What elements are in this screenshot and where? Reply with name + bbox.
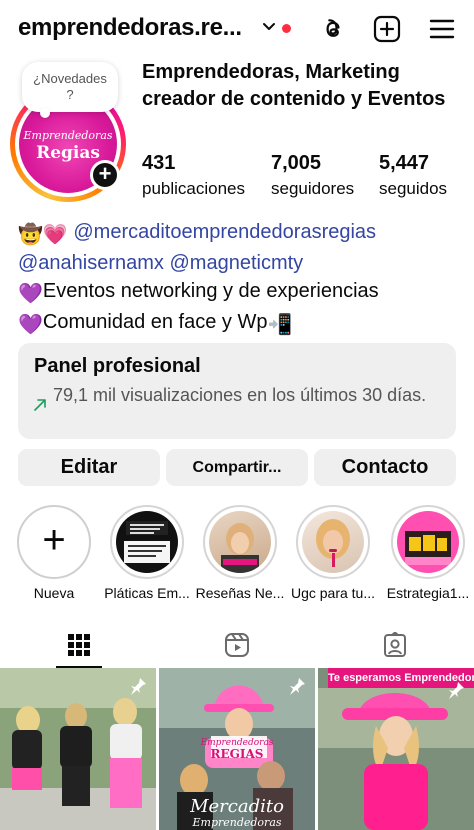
- grid-post[interactable]: [0, 668, 156, 830]
- tab-reels[interactable]: [158, 624, 316, 668]
- plus-icon: +: [42, 518, 66, 562]
- grid-post[interactable]: Emprendedoras REGIAS Mercadito Emprended…: [159, 668, 315, 830]
- stat-following[interactable]: 5,447 seguidos: [379, 152, 447, 199]
- highlight-cover: [209, 511, 271, 573]
- stat-following-value: 5,447: [379, 152, 430, 174]
- highlight-cover: [397, 511, 459, 573]
- trend-arrow-icon: [34, 399, 46, 411]
- note-text: ¿Novedades ?: [33, 71, 107, 102]
- stat-followers-label: seguidores: [271, 179, 355, 198]
- grid-icon: [68, 634, 90, 656]
- tab-posts-grid[interactable]: [0, 624, 158, 668]
- add-story-icon[interactable]: +: [90, 160, 120, 190]
- stat-posts[interactable]: 431 publicaciones: [142, 152, 245, 199]
- professional-dashboard[interactable]: Panel profesional 79,1 mil visualizacion…: [18, 343, 456, 439]
- panel-title: Panel profesional: [34, 355, 201, 377]
- reels-icon: [225, 633, 249, 657]
- share-profile-button[interactable]: Compartir...: [166, 449, 308, 486]
- stat-followers-value: 7,005: [271, 152, 322, 174]
- purple-heart-emoji: 💜: [18, 283, 43, 305]
- stat-posts-label: publicaciones: [142, 179, 246, 198]
- account-username[interactable]: emprendedoras.re...: [18, 14, 242, 42]
- note-bubble[interactable]: ¿Novedades ?: [22, 62, 118, 112]
- bio-mention-link[interactable]: @magneticmty: [170, 252, 304, 274]
- pinned-icon: [449, 682, 464, 699]
- bio: 🤠💗 @mercaditoemprendedorasregias @anahis…: [18, 218, 463, 339]
- purple-heart-emoji: 💜: [18, 314, 43, 336]
- post-logo-title: REGIAS: [210, 747, 264, 761]
- threads-icon[interactable]: [318, 14, 348, 44]
- grid-post[interactable]: Te esperamos Emprendedorxs: [318, 668, 474, 830]
- pinned-icon: [131, 678, 146, 695]
- highlight-cover: [302, 511, 364, 573]
- new-post-icon[interactable]: [372, 14, 402, 44]
- bio-line: Comunidad en face y Wp: [42, 311, 268, 333]
- stat-following-label: seguidos: [379, 179, 448, 198]
- menu-icon[interactable]: [427, 14, 457, 44]
- pinned-icon: [290, 678, 305, 695]
- stat-posts-value: 431: [142, 152, 176, 174]
- panel-subtitle: 79,1 mil visualizaciones en los últimos …: [53, 385, 427, 405]
- profile-tabs: [0, 624, 474, 668]
- post-grid: Emprendedoras REGIAS Mercadito Emprended…: [0, 668, 474, 830]
- post-caption: Emprendedoras: [192, 816, 282, 829]
- notification-dot: [282, 24, 291, 33]
- highlight-label: Estrategia1...: [386, 585, 470, 601]
- bio-mention-link[interactable]: @anahisernamx: [18, 252, 164, 274]
- avatar-logo-script: Emprendedoras: [23, 129, 113, 142]
- phone-emoji: 📲: [267, 314, 293, 336]
- note-bubble-tail: [40, 108, 50, 118]
- chevron-down-icon[interactable]: [262, 20, 276, 34]
- edit-profile-button[interactable]: Editar: [18, 449, 160, 486]
- bio-emoji-1: 🤠💗: [18, 224, 68, 246]
- bio-mention-link[interactable]: @mercaditoemprendedorasregias: [73, 221, 376, 243]
- stat-followers[interactable]: 7,005 seguidores: [271, 152, 354, 199]
- contact-button[interactable]: Contacto: [314, 449, 456, 486]
- bio-line: Eventos networking y de experiencias: [42, 280, 379, 302]
- display-name: Emprendedoras, Marketing creador de cont…: [142, 61, 446, 110]
- tagged-icon: [384, 632, 406, 657]
- top-bar: emprendedoras.re...: [0, 0, 474, 60]
- tab-tagged[interactable]: [316, 624, 474, 668]
- post-caption: Mercadito: [190, 796, 284, 817]
- highlight-cover: [116, 511, 178, 573]
